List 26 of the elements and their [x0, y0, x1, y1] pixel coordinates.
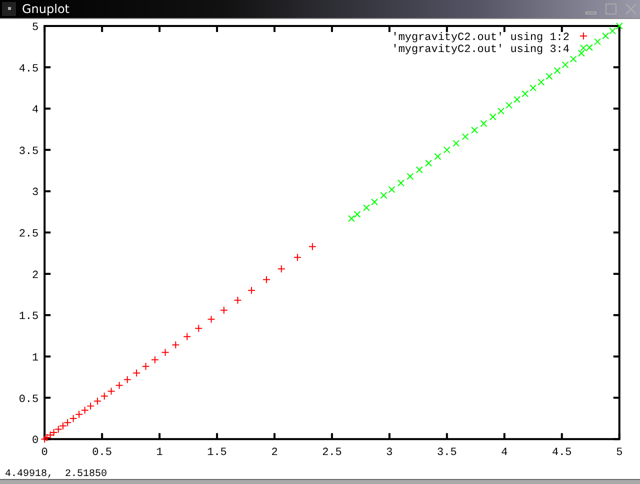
- tick-label: 3: [386, 447, 393, 460]
- cursor-coordinates: 4.49918, 2.51850: [5, 470, 108, 480]
- window-title: Gnuplot: [22, 2, 71, 16]
- tick-label: 4: [501, 447, 508, 460]
- tick-label: 4.5: [18, 63, 39, 76]
- tick-label: 0: [32, 435, 39, 448]
- tick-label: 1: [156, 447, 163, 460]
- tick-label: 5: [32, 22, 39, 34]
- tick-label: 0.5: [18, 394, 39, 406]
- tick-label: 0: [41, 447, 48, 460]
- legend-label: 'mygravityC2.out' using 1:2: [392, 32, 570, 44]
- tick-label: 2: [32, 270, 39, 282]
- tick-label: 0.5: [92, 447, 112, 460]
- tick-label: 2.5: [322, 447, 342, 460]
- legend-label: 'mygravityC2.out' using 3:4: [392, 44, 570, 56]
- tick-label: 3.5: [437, 447, 457, 460]
- tick-label: 1.5: [207, 447, 227, 460]
- tick-label: 4.5: [552, 447, 572, 460]
- tick-label: 1.5: [18, 311, 39, 324]
- tick-label: 3.5: [18, 146, 39, 158]
- tick-label: 3: [32, 187, 39, 200]
- tick-label: 5: [616, 447, 623, 460]
- tick-label: 1: [32, 352, 39, 364]
- tick-label: 4: [32, 104, 39, 117]
- tick-label: 2.5: [18, 228, 39, 240]
- tick-label: 2: [271, 447, 278, 460]
